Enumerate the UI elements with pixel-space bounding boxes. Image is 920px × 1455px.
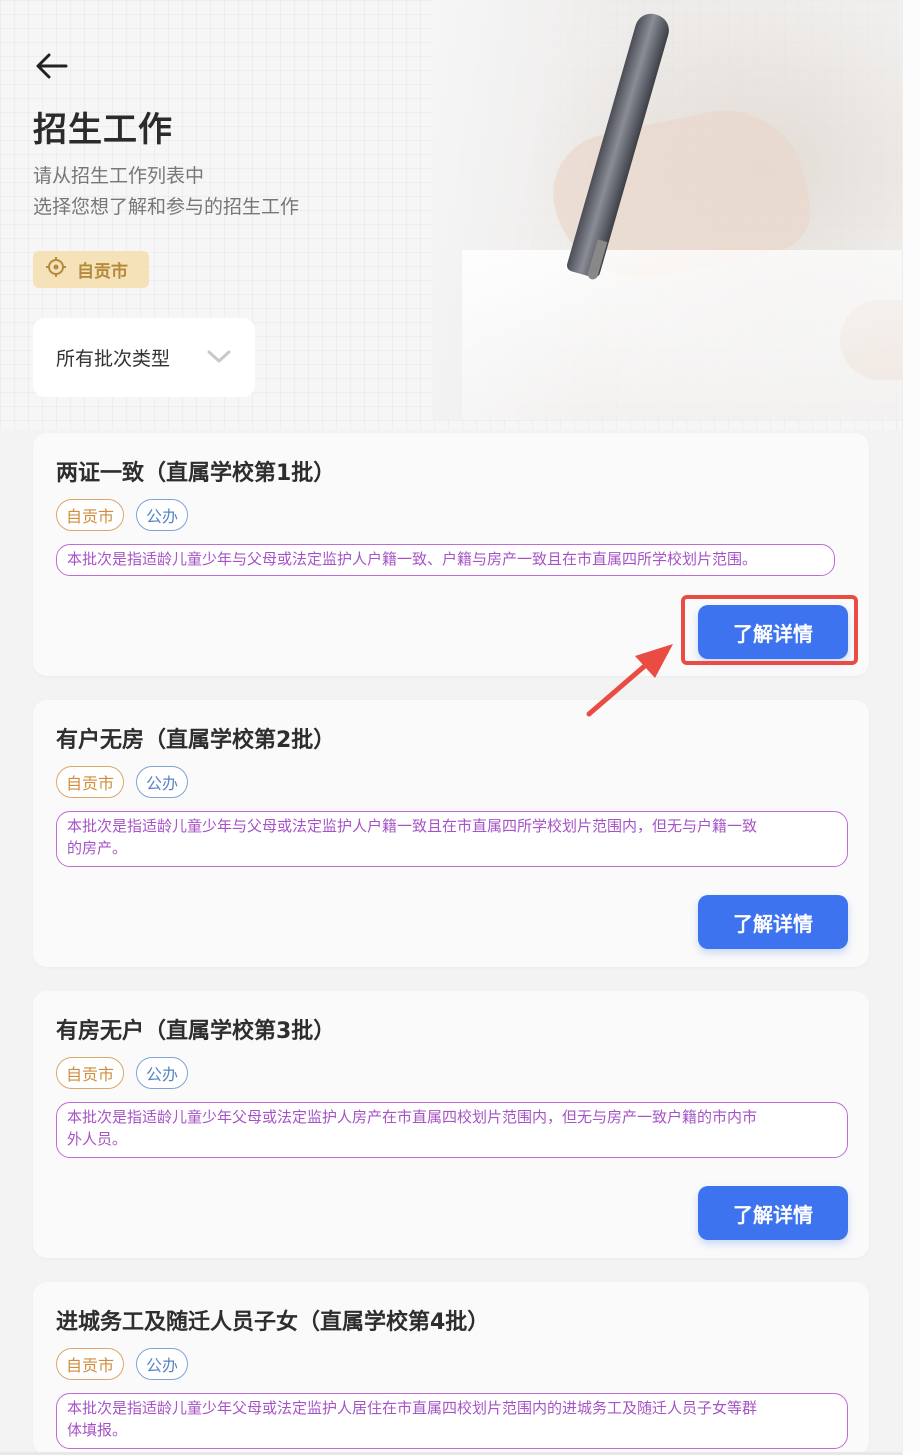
batch-type-value: 所有批次类型 bbox=[56, 348, 171, 370]
annotation-arrow-icon bbox=[585, 640, 680, 724]
school-type-tag: 公办 bbox=[136, 1057, 189, 1089]
batch-card-tags: 自贡市 公办 bbox=[56, 1348, 189, 1380]
back-arrow-icon[interactable] bbox=[34, 50, 70, 82]
batch-card: 进城务工及随迁人员子女（直属学校第4批） 自贡市 公办 本批次是指适龄儿童少年父… bbox=[33, 1282, 869, 1455]
location-target-icon bbox=[45, 256, 67, 283]
banner-paper-image bbox=[462, 250, 902, 420]
school-type-tag: 公办 bbox=[136, 499, 189, 531]
batch-card-description: 本批次是指适龄儿童少年与父母或法定监护人户籍一致且在市直属四所学校划片范围内，但… bbox=[56, 811, 848, 867]
batch-card-title: 有户无房（直属学校第2批） bbox=[56, 728, 336, 753]
description-line: 的房产。 bbox=[67, 839, 128, 857]
page-subtitle-line2: 选择您想了解和参与的招生工作 bbox=[33, 196, 300, 218]
city-tag: 自贡市 bbox=[56, 766, 125, 798]
learn-more-button[interactable]: 了解详情 bbox=[698, 1186, 848, 1240]
description-line: 本批次是指适龄儿童少年父母或法定监护人居住在市直属四校划片范围内的进城务工及随迁… bbox=[67, 1399, 758, 1417]
batch-card-title: 进城务工及随迁人员子女（直属学校第4批） bbox=[56, 1310, 490, 1335]
batch-card: 有房无户（直属学校第3批） 自贡市 公办 本批次是指适龄儿童少年父母或法定监护人… bbox=[33, 991, 869, 1258]
description-line: 体填报。 bbox=[67, 1421, 128, 1439]
scrollbar[interactable] bbox=[902, 0, 920, 1455]
batch-card-description: 本批次是指适龄儿童少年父母或法定监护人居住在市直属四校划片范围内的进城务工及随迁… bbox=[56, 1393, 848, 1449]
city-badge-label: 自贡市 bbox=[77, 262, 128, 282]
city-tag: 自贡市 bbox=[56, 1057, 125, 1089]
description-line: 本批次是指适龄儿童少年与父母或法定监护人户籍一致且在市直属四所学校划片范围内，但… bbox=[67, 817, 758, 835]
batch-card-title: 有房无户（直属学校第3批） bbox=[56, 1019, 336, 1044]
batch-card-tags: 自贡市 公办 bbox=[56, 766, 189, 798]
city-tag: 自贡市 bbox=[56, 1348, 125, 1380]
batch-card-description: 本批次是指适龄儿童少年父母或法定监护人房产在市直属四校划片范围内，但无与房产一致… bbox=[56, 1102, 848, 1158]
batch-card-title: 两证一致（直属学校第1批） bbox=[56, 461, 336, 486]
description-line: 本批次是指适龄儿童少年父母或法定监护人房产在市直属四校划片范围内，但无与房产一致… bbox=[67, 1108, 758, 1126]
chevron-down-icon bbox=[207, 348, 231, 370]
batch-card-description: 本批次是指适龄儿童少年与父母或法定监护人户籍一致、户籍与房产一致且在市直属四所学… bbox=[56, 544, 835, 576]
description-line: 外人员。 bbox=[67, 1130, 128, 1148]
description-line: 本批次是指适龄儿童少年与父母或法定监护人户籍一致、户籍与房产一致且在市直属四所学… bbox=[67, 550, 758, 568]
school-type-tag: 公办 bbox=[136, 1348, 189, 1380]
learn-more-button[interactable]: 了解详情 bbox=[698, 895, 848, 949]
batch-card: 有户无房（直属学校第2批） 自贡市 公办 本批次是指适龄儿童少年与父母或法定监护… bbox=[33, 700, 869, 967]
city-location-badge[interactable]: 自贡市 bbox=[33, 251, 149, 288]
page-title: 招生工作 bbox=[33, 110, 173, 150]
highlight-annotation-box bbox=[681, 595, 858, 665]
batch-card-tags: 自贡市 公办 bbox=[56, 1057, 189, 1089]
batch-type-dropdown[interactable]: 所有批次类型 bbox=[33, 318, 255, 397]
school-type-tag: 公办 bbox=[136, 766, 189, 798]
city-tag: 自贡市 bbox=[56, 499, 125, 531]
batch-card-tags: 自贡市 公办 bbox=[56, 499, 189, 531]
page-subtitle-line1: 请从招生工作列表中 bbox=[33, 165, 205, 187]
